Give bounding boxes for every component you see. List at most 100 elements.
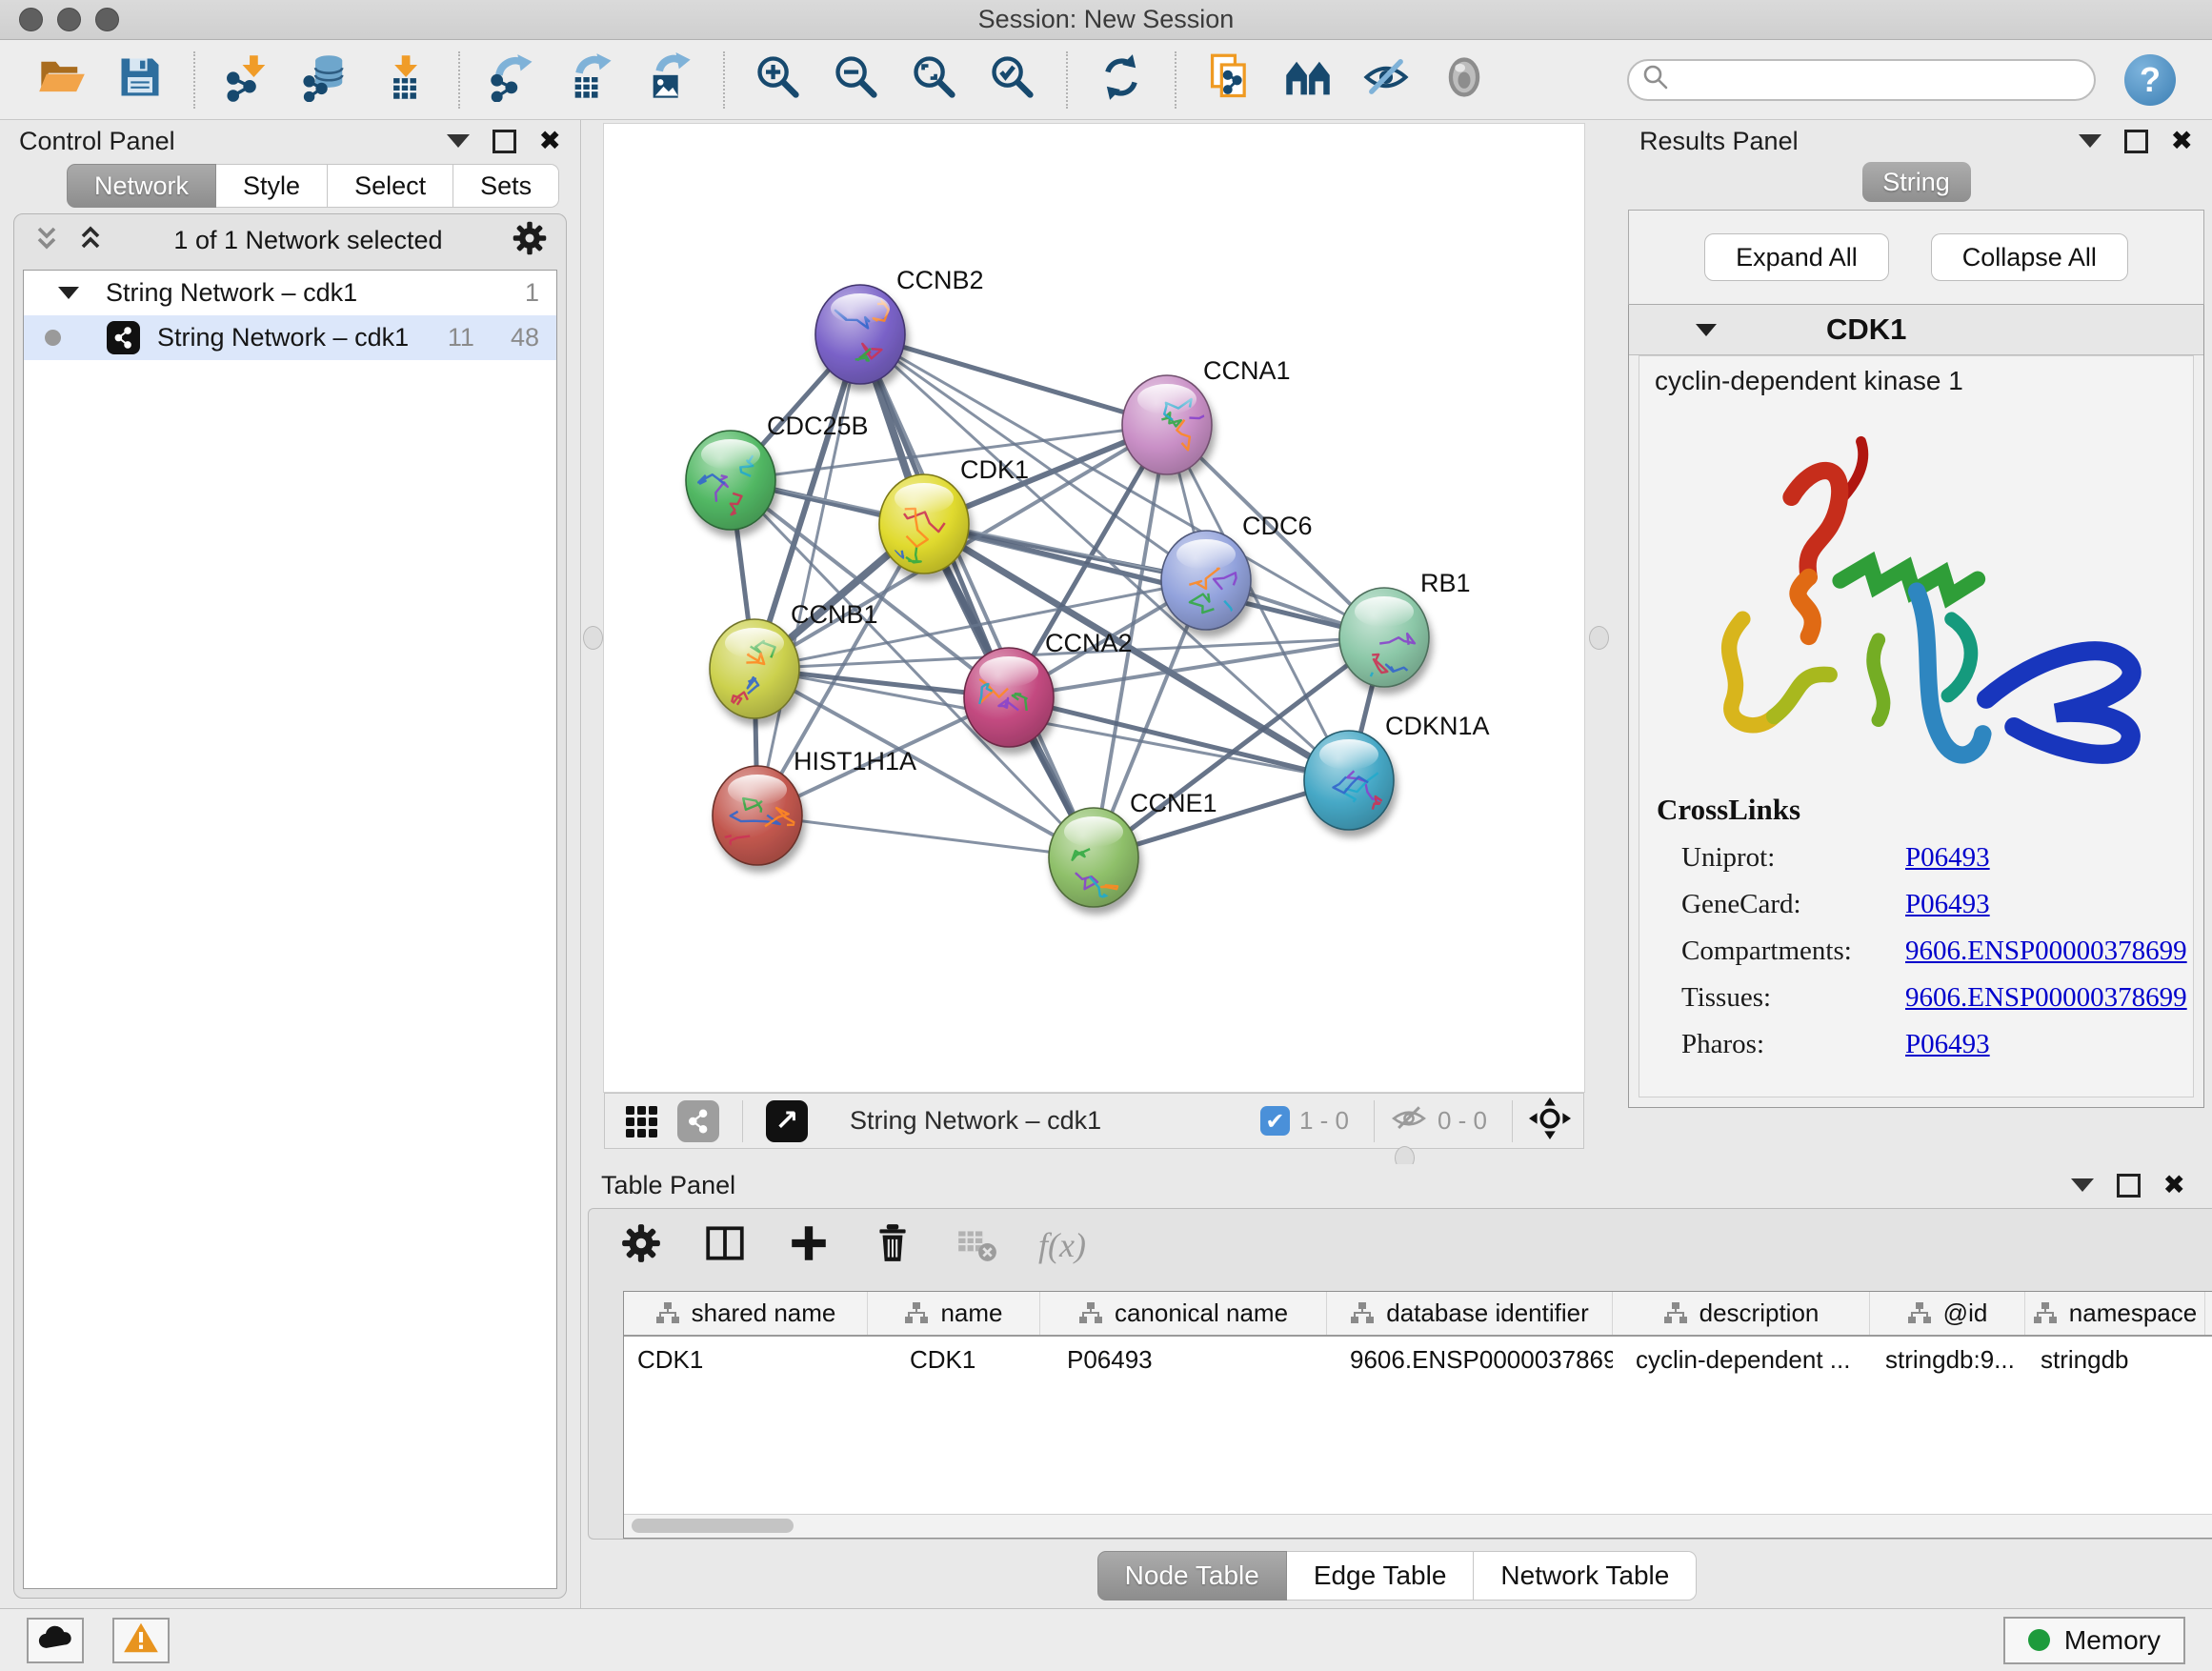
network-graph[interactable]: CCNB2CCNA1CDC25BCDK1CDC6RB1CCNB1CCNA2CDK…	[604, 124, 1584, 1092]
column-header[interactable]: namespace	[2025, 1292, 2205, 1335]
tab-node-table[interactable]: Node Table	[1097, 1551, 1287, 1601]
string-view-icon[interactable]	[677, 1100, 719, 1142]
selected-node-edge-counts: 1 - 0	[1299, 1106, 1349, 1136]
panel-close-icon[interactable]: ✖	[539, 128, 561, 154]
crosshair-icon[interactable]	[1528, 1097, 1572, 1145]
gear-icon[interactable]	[511, 219, 549, 262]
column-header[interactable]: database identifier	[1327, 1292, 1613, 1335]
scrollbar-thumb[interactable]	[632, 1519, 794, 1533]
expand-all-networks-icon[interactable]	[75, 223, 106, 258]
horizontal-scrollbar[interactable]	[624, 1514, 2212, 1538]
network-row[interactable]: String Network – cdk1 11 48	[24, 315, 556, 360]
zoom-selected-button[interactable]	[986, 53, 1039, 107]
results-panel-title: Results Panel	[1639, 127, 1799, 156]
crosslink-link[interactable]: P06493	[1905, 889, 1990, 920]
crosslink-link[interactable]: 9606.ENSP00000378699	[1905, 936, 2187, 967]
crosslink-row: Uniprot: P06493	[1681, 842, 2178, 874]
network-node-CCNB1[interactable]	[710, 619, 799, 718]
network-node-HIST1H1A[interactable]	[713, 766, 802, 865]
crosslink-link[interactable]: 9606.ENSP00000378699	[1905, 982, 2187, 1014]
left-splitter-handle[interactable]	[583, 626, 603, 650]
search-input[interactable]	[1679, 64, 2081, 95]
tab-sets[interactable]: Sets	[453, 164, 559, 208]
tab-select[interactable]: Select	[328, 164, 453, 208]
apply-layout-button[interactable]	[1095, 53, 1148, 107]
memory-label: Memory	[2064, 1625, 2161, 1656]
warnings-button[interactable]	[112, 1618, 170, 1663]
grid-view-icon[interactable]	[624, 1102, 662, 1140]
network-canvas[interactable]: CCNB2CCNA1CDC25BCDK1CDC6RB1CCNB1CCNA2CDK…	[604, 124, 1584, 1092]
panel-menu-icon[interactable]	[2071, 1178, 2094, 1192]
toolbar-separator	[1374, 1100, 1375, 1142]
network-node-CDK1[interactable]	[879, 474, 969, 574]
save-session-button[interactable]	[113, 53, 167, 107]
table-settings-gear-icon[interactable]	[619, 1221, 663, 1270]
selected-checkbox-icon[interactable]: ✔	[1260, 1106, 1290, 1136]
section-collapse-icon[interactable]	[1696, 324, 1717, 336]
crosslink-row: Pharos: P06493	[1681, 1029, 2178, 1060]
open-session-button[interactable]	[35, 53, 89, 107]
show-all-button[interactable]	[1438, 53, 1491, 107]
collapse-all-button[interactable]: Collapse All	[1931, 233, 2128, 281]
column-header[interactable]: shared name	[624, 1292, 868, 1335]
panel-close-icon[interactable]: ✖	[2171, 128, 2193, 154]
cloud-button[interactable]	[27, 1618, 84, 1663]
cybrowser-button[interactable]	[1281, 53, 1335, 107]
eye-slash-icon	[1361, 52, 1411, 107]
network-node-CDKN1A[interactable]	[1304, 731, 1394, 830]
panel-float-icon[interactable]	[493, 130, 516, 153]
export-image-button[interactable]	[643, 53, 696, 107]
tab-edge-table[interactable]: Edge Table	[1287, 1551, 1475, 1601]
collection-expand-icon[interactable]	[58, 287, 79, 299]
birdseye-view-icon[interactable]: ↗	[766, 1100, 808, 1142]
crosslink-link[interactable]: P06493	[1905, 1029, 1990, 1060]
zoom-in-button[interactable]	[752, 53, 805, 107]
panel-float-icon[interactable]	[2117, 1174, 2141, 1198]
import-database-button[interactable]	[300, 53, 353, 107]
search-box[interactable]	[1627, 59, 2096, 101]
show-columns-icon[interactable]	[703, 1221, 747, 1270]
zoom-out-button[interactable]	[830, 53, 883, 107]
column-header[interactable]: name	[868, 1292, 1040, 1335]
tab-network-table[interactable]: Network Table	[1474, 1551, 1697, 1601]
network-node-CCNA1[interactable]	[1122, 375, 1212, 474]
panel-menu-icon[interactable]	[2079, 134, 2101, 148]
expand-all-button[interactable]: Expand All	[1704, 233, 1889, 281]
clone-network-button[interactable]	[1203, 53, 1257, 107]
network-node-CCNA2[interactable]	[964, 648, 1054, 747]
import-network-button[interactable]	[222, 53, 275, 107]
collapse-all-networks-icon[interactable]	[31, 223, 62, 258]
crosslink-link[interactable]: P06493	[1905, 842, 1990, 874]
right-splitter-handle[interactable]	[1589, 626, 1609, 650]
eye-gray-icon	[1439, 52, 1489, 107]
node-label-CCNE1: CCNE1	[1130, 789, 1217, 817]
memory-status-dot	[2028, 1629, 2050, 1651]
panel-menu-icon[interactable]	[447, 134, 470, 148]
memory-button[interactable]: Memory	[2003, 1617, 2185, 1664]
add-column-icon[interactable]	[787, 1221, 831, 1270]
network-node-RB1[interactable]	[1339, 588, 1429, 705]
network-collection-row[interactable]: String Network – cdk1 1	[24, 271, 556, 315]
delete-column-trash-icon[interactable]	[871, 1221, 915, 1270]
column-header[interactable]: description	[1613, 1292, 1870, 1335]
panel-close-icon[interactable]: ✖	[2163, 1172, 2185, 1198]
export-table-button[interactable]	[565, 53, 618, 107]
network-node-CCNB2[interactable]	[815, 285, 905, 384]
cdk1-section-header[interactable]: CDK1	[1629, 305, 2203, 355]
help-button[interactable]: ?	[2124, 54, 2176, 106]
network-node-CCNE1[interactable]	[1049, 808, 1138, 907]
tab-string[interactable]: String	[1862, 162, 1971, 202]
tab-style[interactable]: Style	[216, 164, 328, 208]
import-table-button[interactable]	[378, 53, 432, 107]
export-network-button[interactable]	[487, 53, 540, 107]
table-row[interactable]: CDK1 CDK1 P06493 9606.ENSP00000378699 cy…	[624, 1337, 2212, 1382]
network-node-CDC25B[interactable]	[686, 431, 775, 530]
column-header[interactable]: canonical name	[1040, 1292, 1327, 1335]
network-node-CDC6[interactable]	[1161, 531, 1251, 630]
tab-network[interactable]: Network	[67, 164, 216, 208]
zoom-fit-button[interactable]	[908, 53, 961, 107]
panel-float-icon[interactable]	[2124, 130, 2148, 153]
cell-namespace: stringdb	[2025, 1345, 2205, 1375]
hide-selected-button[interactable]	[1359, 53, 1413, 107]
column-header[interactable]: @id	[1870, 1292, 2025, 1335]
